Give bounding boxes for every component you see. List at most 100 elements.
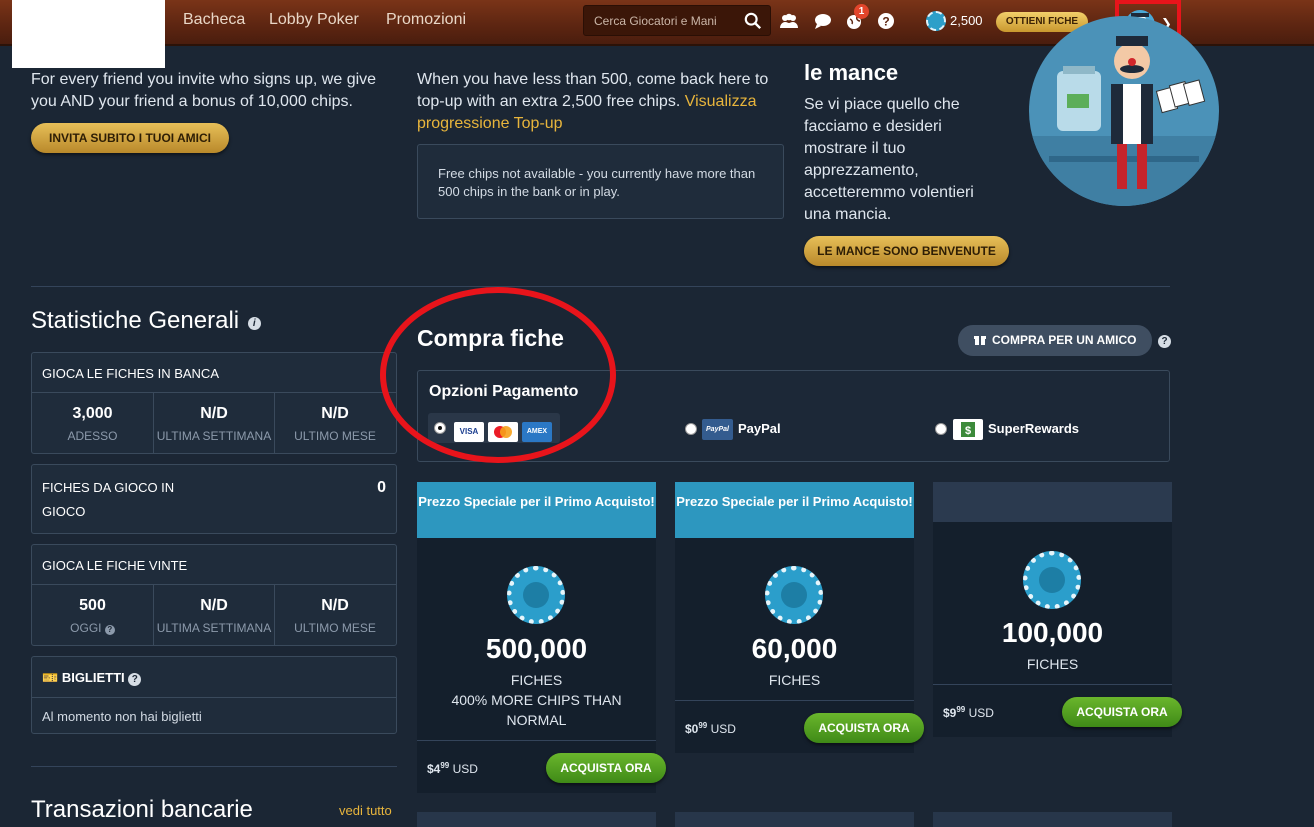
bank-month-value: N/D [321,405,349,422]
chip-package-partial [675,812,914,827]
buy-now-button[interactable]: ACQUISTA ORA [546,753,666,783]
bank-chips-row: 3,000 ADESSO N/D ULTIMA SETTIMANA N/D UL… [32,392,396,454]
chip-package-500000: Prezzo Speciale per il Primo Acquisto! 5… [417,482,666,794]
won-chips-box: GIOCA LE FICHE VINTE 500 OGGI ? N/D ULTI… [31,544,397,646]
paypal-logo-icon: PayPal [702,419,733,440]
free-chips-notice: Free chips not available - you currently… [417,144,784,219]
won-today-label: OGGI ? [32,621,153,635]
buy-for-friend-button[interactable]: COMPRA PER UN AMICO [958,325,1152,356]
package-bonus-text: 400% MORE CHIPS THAN NORMAL [451,692,622,728]
notification-badge: 1 [854,4,869,19]
in-play-chips-box: FICHES DA GIOCO IN GIOCO 0 [31,464,397,534]
tickets-divider [32,697,396,698]
tips-text: Se vi piace quello che facciamo e deside… [804,96,974,223]
nav-link-lobby-poker[interactable]: Lobby Poker [269,11,359,29]
tickets-header-text: BIGLIETTI [61,670,125,685]
package-special-header: Prezzo Speciale per il Primo Acquisto! [675,482,914,538]
won-chips-header: GIOCA LE FICHE VINTE [42,558,188,573]
package-price: $499 USD [427,761,478,776]
friends-icon[interactable] [779,11,799,31]
divider [31,286,1170,287]
won-week-cell: N/D ULTIMA SETTIMANA [153,585,274,646]
ticket-icon: 🎫 [42,670,59,685]
superrewards-radio[interactable] [935,423,947,435]
search-input[interactable] [594,14,734,28]
in-play-header-line1: FICHES DA GIOCO IN [42,480,175,495]
in-play-value: 0 [377,479,386,496]
package-footer: $499 USD ACQUISTA ORA [417,740,666,794]
gift-icon [974,336,986,345]
won-week-label: ULTIMA SETTIMANA [156,621,272,635]
paypal-label[interactable]: PayPal [738,421,781,436]
bank-week-value: N/D [200,405,228,422]
buy-now-button[interactable]: ACQUISTA ORA [1062,697,1182,727]
chip-package-partial [933,812,1172,827]
bank-now-cell: 3,000 ADESSO [32,393,153,454]
bank-now-value: 3,000 [72,405,113,422]
package-footer: $099 USD ACQUISTA ORA [675,700,924,754]
chip-package-partial [417,812,656,827]
highlight-annotation [380,287,616,463]
divider [31,766,397,767]
chip-package-60000: Prezzo Speciale per il Primo Acquisto! 6… [675,482,924,754]
help-icon[interactable]: ? [128,673,142,686]
topup-text: When you have less than 500, come back h… [417,69,787,135]
chip-icon [507,566,565,624]
tips-title: le mance [804,60,899,85]
package-amount: 500,000 [485,633,588,664]
chip-balance: 2,500 [950,13,983,28]
package-price: $999 USD [943,705,994,720]
paypal-radio[interactable] [685,423,697,435]
nav-link-bacheca[interactable]: Bacheca [183,11,245,29]
help-icon[interactable]: ? [104,625,115,635]
tickets-text: Al momento non hai biglietti [42,709,202,724]
won-today-value: 500 [79,597,106,614]
package-header [933,482,1172,522]
info-icon[interactable]: i [247,317,261,330]
invite-friends-button[interactable]: INVITA SUBITO I TUOI AMICI [31,123,229,153]
search-box [583,5,771,36]
chip-icon [1023,551,1081,609]
won-today-cell: 500 OGGI ? [32,585,153,646]
package-price: $099 USD [685,721,736,736]
chip-balance-icon [926,11,946,31]
buy-for-friend-label: COMPRA PER UN AMICO [992,333,1137,347]
nav-link-promozioni[interactable]: Promozioni [386,11,466,29]
won-month-label: ULTIMO MESE [294,621,376,635]
won-today-label-text: OGGI [70,621,102,635]
superrewards-label[interactable]: SuperRewards [988,421,1079,436]
chat-icon[interactable] [813,11,833,31]
help-icon[interactable]: ? [1158,335,1171,348]
tickets-box: 🎫 BIGLIETTI ? Al momento non hai bigliet… [31,656,397,734]
bank-week-label: ULTIMA SETTIMANA [156,429,272,443]
won-month-value: N/D [321,597,349,614]
won-week-value: N/D [200,597,228,614]
bank-now-label: ADESSO [67,429,118,443]
package-amount: 100,000 [1001,617,1104,648]
tips-welcome-button[interactable]: LE MANCE SONO BENVENUTE [804,236,1009,266]
superrewards-logo-icon: $ [953,419,983,440]
package-unit: FICHES [1026,656,1079,672]
won-month-cell: N/D ULTIMO MESE [274,585,395,646]
package-special-header: Prezzo Speciale per il Primo Acquisto! [417,482,656,538]
tickets-header: 🎫 BIGLIETTI ? [42,670,142,686]
package-unit: FICHES [510,672,563,688]
site-logo[interactable] [12,0,165,68]
chip-package-100000: 100,000 FICHES $999 USD ACQUISTA ORA [933,482,1182,738]
svg-text:$: $ [965,425,971,437]
free-chips-notice-text: Free chips not available - you currently… [438,166,756,199]
bank-chips-header: GIOCA LE FICHES IN BANCA [42,366,219,381]
package-amount: 60,000 [751,633,838,664]
poker-dealer-illustration [1029,16,1219,206]
svg-text:?: ? [882,15,889,29]
search-icon[interactable] [744,12,762,30]
help-icon[interactable]: ? [876,11,896,31]
in-play-header-line2: GIOCO [42,504,86,519]
transactions-see-all-link[interactable]: vedi tutto [339,803,392,818]
buy-now-button[interactable]: ACQUISTA ORA [804,713,924,743]
stats-title: Statistiche Generali i [31,307,261,335]
stats-title-text: Statistiche Generali [31,307,240,334]
dealer-illustration-icon [1029,36,1219,206]
package-footer: $999 USD ACQUISTA ORA [933,684,1182,738]
bank-month-cell: N/D ULTIMO MESE [274,393,395,454]
